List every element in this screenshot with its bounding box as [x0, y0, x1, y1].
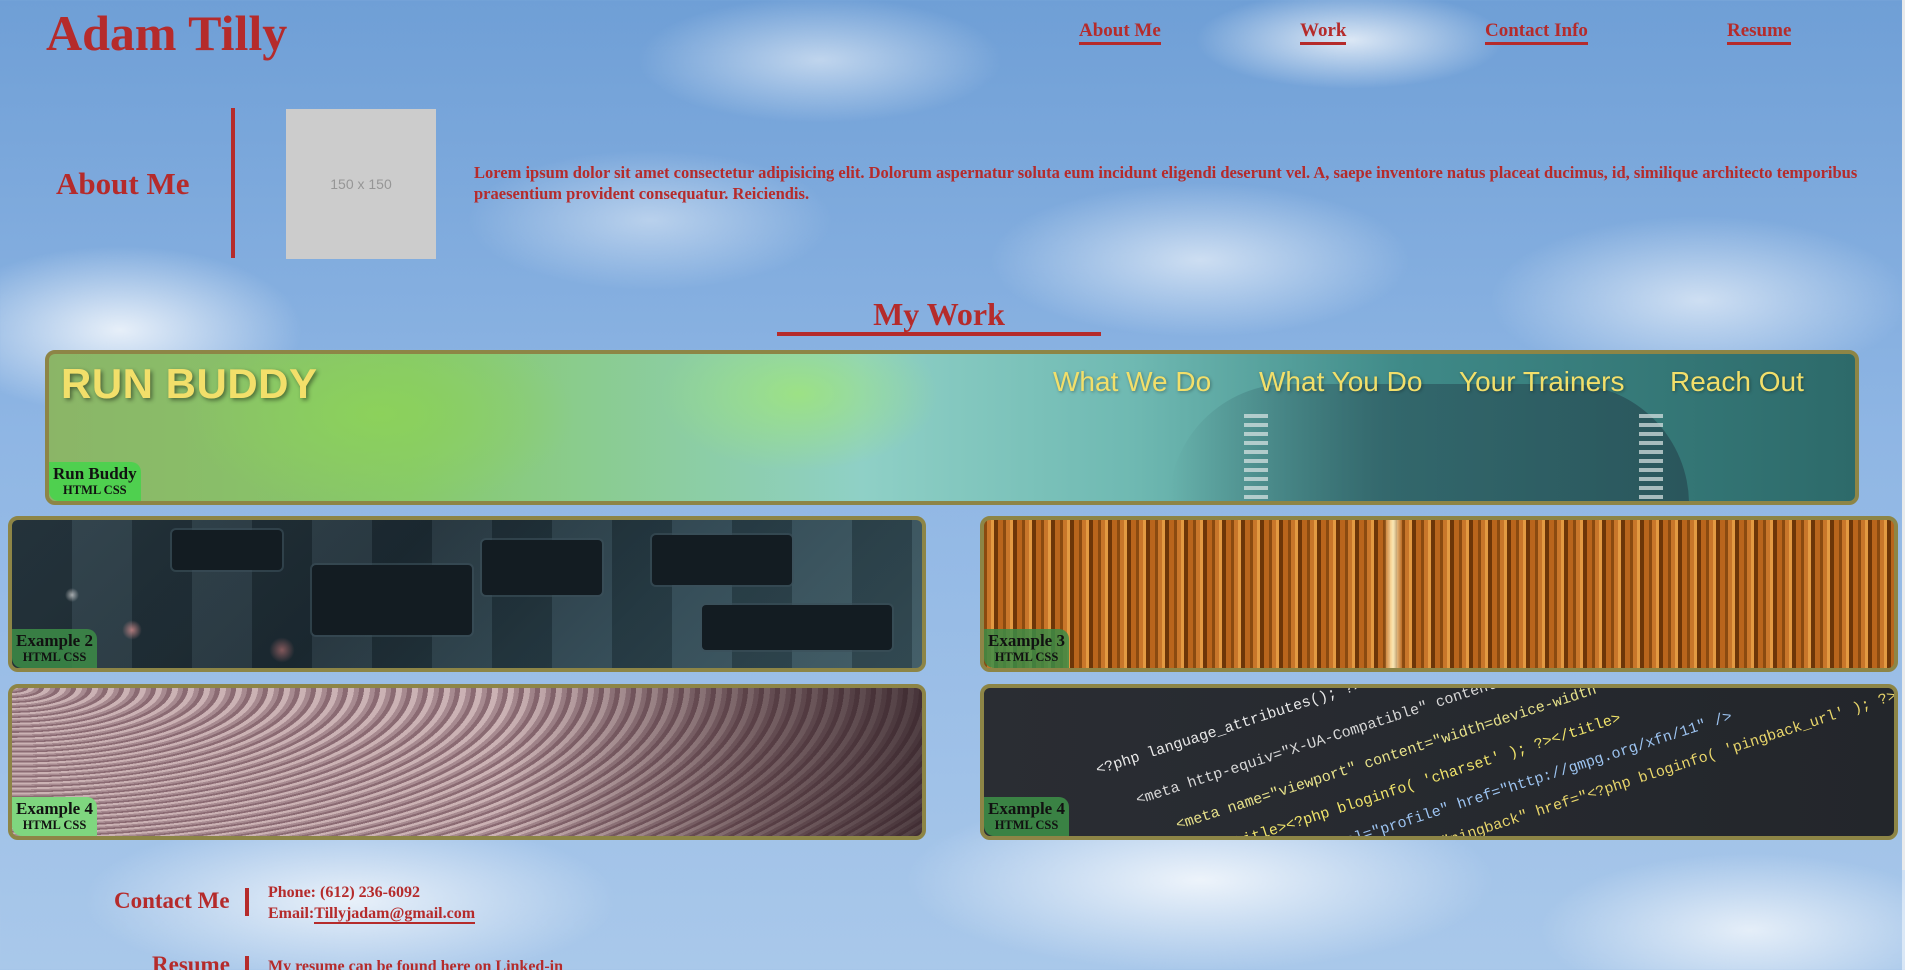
project-card-example-3[interactable]: Example 3 HTML CSS — [980, 516, 1898, 672]
about-text: Lorem ipsum dolor sit amet consectetur a… — [474, 163, 1858, 203]
resume-text: My resume can be found here on Linked-in — [268, 958, 563, 970]
project-card-run-buddy[interactable]: RUN BUDDY What We Do What You Do Your Tr… — [45, 350, 1859, 505]
chip-image — [482, 540, 602, 595]
contact-email-row: Email:Tillyjadam@gmail.com — [268, 905, 476, 924]
project-label: Example 4 HTML CSS — [12, 797, 97, 836]
shoe-stripe — [1244, 414, 1268, 501]
resume-divider — [245, 956, 249, 970]
work-heading: My Work — [777, 296, 1101, 336]
contact-heading: Contact Me — [114, 888, 230, 913]
email-label: Email: — [268, 905, 315, 922]
image-shade — [502, 688, 922, 836]
contact-divider — [245, 888, 249, 916]
run-buddy-nav-item: What We Do — [1053, 366, 1212, 397]
project-card-example-2[interactable]: Example 2 HTML CSS — [8, 516, 926, 672]
project-title: Run Buddy — [53, 464, 137, 483]
nav-link-work[interactable]: Work — [1300, 20, 1347, 45]
project-title: Example 3 — [988, 631, 1065, 650]
nav-link-about-me[interactable]: About Me — [1079, 20, 1161, 45]
about-divider — [231, 108, 235, 258]
project-title: Example 2 — [16, 631, 93, 650]
nav-link-contact-info[interactable]: Contact Info — [1485, 20, 1588, 45]
run-buddy-nav-item: Your Trainers — [1459, 366, 1625, 397]
project-label: Example 4 HTML CSS — [984, 797, 1069, 836]
project-label: Run Buddy HTML CSS — [49, 462, 141, 501]
project-tech: HTML CSS — [22, 650, 87, 664]
project-label: Example 3 HTML CSS — [984, 629, 1069, 668]
run-buddy-nav-item: What You Do — [1259, 366, 1423, 397]
run-buddy-preview-nav: What We Do What You Do Your Trainers Rea… — [49, 366, 1855, 406]
project-card-example-4[interactable]: Example 4 HTML CSS — [8, 684, 926, 840]
chip-image — [702, 605, 892, 650]
run-buddy-nav-item: Reach Out — [1670, 366, 1804, 397]
contact-phone: Phone: (612) 236-6092 — [268, 884, 420, 901]
project-tech: HTML CSS — [63, 483, 127, 497]
chip-image — [312, 565, 472, 635]
chip-image — [172, 530, 282, 570]
email-link[interactable]: Tillyjadam@gmail.com — [314, 905, 476, 924]
nav-link-resume[interactable]: Resume — [1727, 20, 1792, 45]
shoe-stripe — [1639, 414, 1663, 501]
project-title: Example 4 — [16, 799, 93, 818]
project-title: Example 4 — [988, 799, 1065, 818]
main-nav: About Me Work Contact Info Resume — [0, 20, 1905, 50]
avatar: 150 x 150 — [286, 109, 436, 259]
avatar-placeholder-text: 150 x 150 — [330, 176, 392, 192]
project-tech: HTML CSS — [22, 818, 87, 832]
project-tech: HTML CSS — [994, 650, 1059, 664]
project-tech: HTML CSS — [994, 818, 1059, 832]
chip-image — [652, 535, 792, 585]
about-heading: About Me — [56, 166, 190, 201]
resume-heading: Resume — [152, 952, 230, 970]
project-card-example-4b[interactable]: <?php language_attributes(); ?> <meta ht… — [980, 684, 1898, 840]
project-label: Example 2 HTML CSS — [12, 629, 97, 668]
